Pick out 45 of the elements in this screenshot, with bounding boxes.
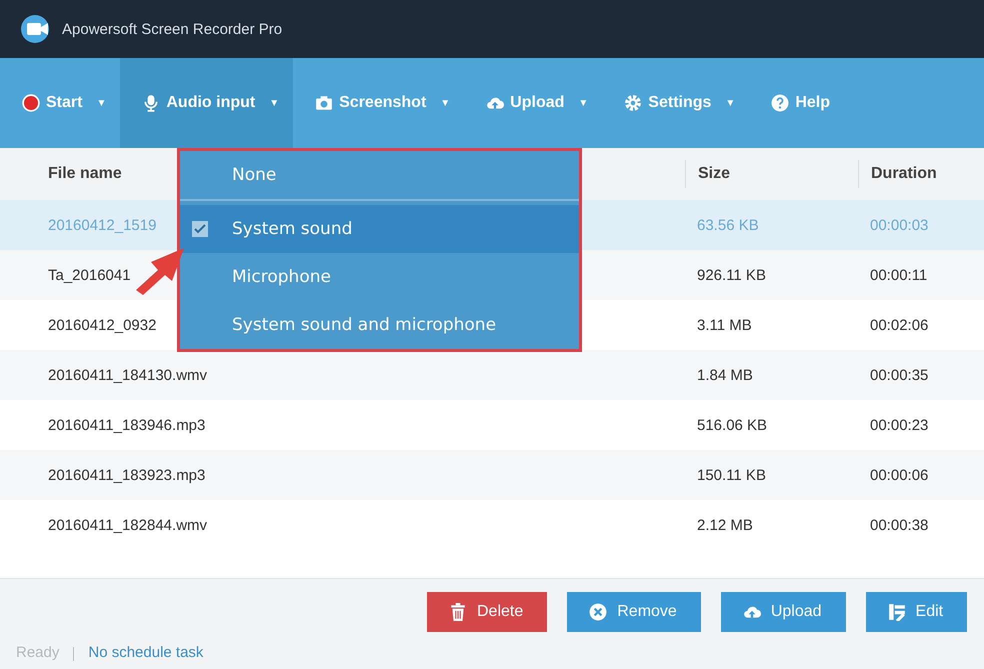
caret-icon: ▼ <box>578 98 588 108</box>
table-cell[interactable]: 20160411_183946.mp3 <box>48 416 206 434</box>
table-cell[interactable]: 20160411_184130.wmv <box>48 366 208 384</box>
table-cell[interactable]: 3.11 MB <box>697 316 752 334</box>
record-icon <box>22 94 40 112</box>
settings-icon <box>624 94 642 112</box>
action-button[interactable]: Delete <box>427 592 548 632</box>
table-cell[interactable]: 926.11 KB <box>697 266 766 284</box>
table-cell[interactable]: 20160411_182844.wmv <box>48 516 208 534</box>
table-cell[interactable]: 20160411_183923.mp3 <box>48 466 206 484</box>
caret-icon: ▼ <box>725 98 736 108</box>
table-cell[interactable]: 2.12 MB <box>697 516 753 534</box>
edit-icon <box>888 603 906 621</box>
table-cell[interactable]: Ta_2016041 <box>48 266 131 284</box>
menu-item[interactable]: System sound <box>180 205 579 253</box>
table-cell[interactable]: 00:00:38 <box>870 516 928 534</box>
table-cell[interactable]: 150.11 KB <box>697 466 766 484</box>
toolbar-label: Upload <box>510 94 564 112</box>
toolbar-label: Start <box>46 94 82 112</box>
table-cell[interactable]: 00:00:23 <box>870 416 928 434</box>
close-circle-icon <box>589 603 608 621</box>
window-title: Apowersoft Screen Recorder Pro <box>62 20 282 38</box>
toolbar-label: Audio input <box>166 94 256 112</box>
table-cell[interactable]: 20160412_0932 <box>48 316 156 334</box>
table-cell[interactable]: 00:02:06 <box>870 316 928 334</box>
caret-icon: ▼ <box>440 98 450 108</box>
caret-icon: ▼ <box>96 98 106 108</box>
toolbar-label: Help <box>795 94 830 112</box>
toolbar-label: Settings <box>648 94 712 112</box>
caret-icon: ▼ <box>269 98 280 108</box>
pointer-arrow <box>134 246 186 296</box>
table-cell[interactable]: 00:00:11 <box>870 266 928 284</box>
trash-icon <box>449 603 467 621</box>
column-header[interactable]: Size <box>685 160 858 188</box>
table-cell[interactable]: 516.06 KB <box>697 416 768 434</box>
help-icon <box>771 94 790 112</box>
toolbar-label: Screenshot <box>339 94 426 112</box>
microphone-icon <box>142 94 160 112</box>
table-cell[interactable]: 00:00:35 <box>870 366 928 384</box>
status-text: Ready <box>16 644 60 663</box>
column-header[interactable]: Duration <box>858 160 984 188</box>
table-cell[interactable]: 00:00:06 <box>870 466 928 484</box>
table-cell[interactable]: 1.84 MB <box>697 366 753 384</box>
camera-icon <box>315 94 334 112</box>
checkbox[interactable] <box>192 221 208 237</box>
